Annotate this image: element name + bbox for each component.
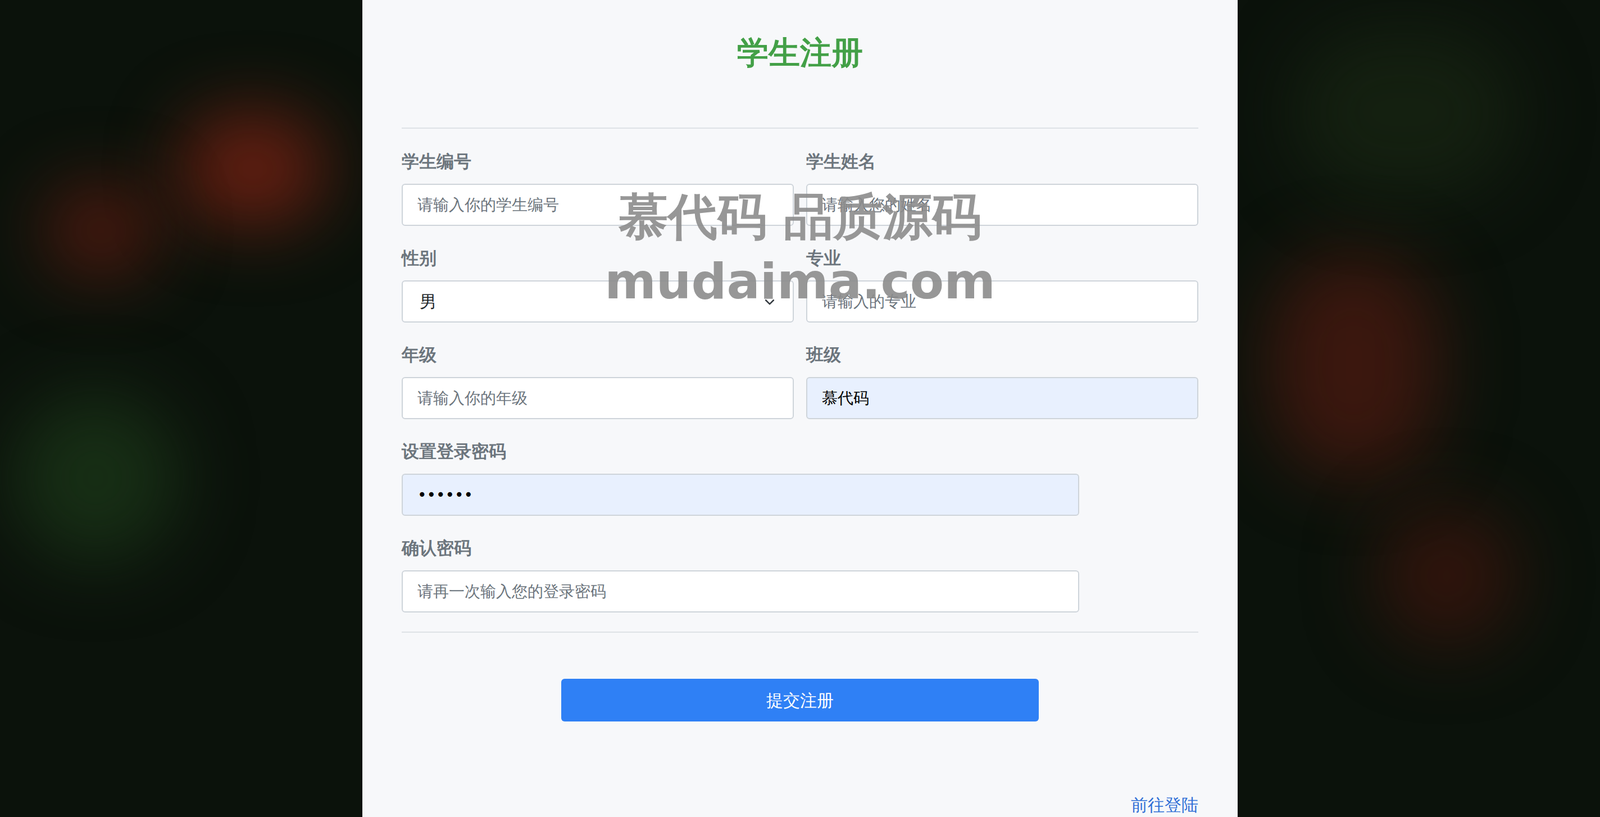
watermark: 慕代码 品质源码mudaima.com xyxy=(362,184,1238,314)
page-title: 学生注册 xyxy=(401,33,1199,72)
form-field: 设置登录密码 xyxy=(401,439,1080,516)
divider xyxy=(401,127,1199,129)
field-label: 学生编号 xyxy=(401,150,794,173)
field-label: 确认密码 xyxy=(401,536,1080,559)
text-input[interactable] xyxy=(806,183,1199,226)
divider xyxy=(401,631,1199,633)
field-label: 性别 xyxy=(401,246,794,270)
register-panel: 学生注册 学生编号学生姓名性别男专业年级班级 设置登录密码确认密码 提交注册 前… xyxy=(362,0,1238,817)
login-link[interactable]: 前往登陆 xyxy=(1130,794,1199,816)
submit-button[interactable]: 提交注册 xyxy=(561,678,1039,722)
watermark-line: 慕代码 品质源码 xyxy=(618,184,983,249)
field-label: 班级 xyxy=(806,343,1199,366)
form-field: 确认密码 xyxy=(401,536,1080,613)
form-field: 性别男 xyxy=(401,246,794,323)
watermark-line: mudaima.com xyxy=(604,248,996,314)
text-input[interactable] xyxy=(401,376,794,420)
page: 学生注册 学生编号学生姓名性别男专业年级班级 设置登录密码确认密码 提交注册 前… xyxy=(0,0,1600,817)
field-label: 设置登录密码 xyxy=(401,439,1080,463)
form-field: 学生编号 xyxy=(401,150,794,226)
form-field: 专业 xyxy=(806,246,1199,323)
gender-select[interactable]: 男 xyxy=(401,280,794,323)
field-label: 专业 xyxy=(806,246,1199,270)
select-value: 男 xyxy=(419,288,437,315)
text-input[interactable] xyxy=(806,376,1199,420)
field-label: 年级 xyxy=(401,343,794,366)
chevron-down-icon xyxy=(763,295,776,308)
text-input[interactable] xyxy=(401,473,1080,516)
form-field: 班级 xyxy=(806,343,1199,420)
password-fields: 设置登录密码确认密码 xyxy=(401,439,1080,613)
text-input[interactable] xyxy=(401,183,794,226)
text-input[interactable] xyxy=(806,280,1199,323)
text-input[interactable] xyxy=(401,570,1080,613)
field-grid: 学生编号学生姓名性别男专业年级班级 xyxy=(401,150,1199,420)
form-field: 学生姓名 xyxy=(806,150,1199,226)
form-field: 年级 xyxy=(401,343,794,420)
field-label: 学生姓名 xyxy=(806,150,1199,173)
